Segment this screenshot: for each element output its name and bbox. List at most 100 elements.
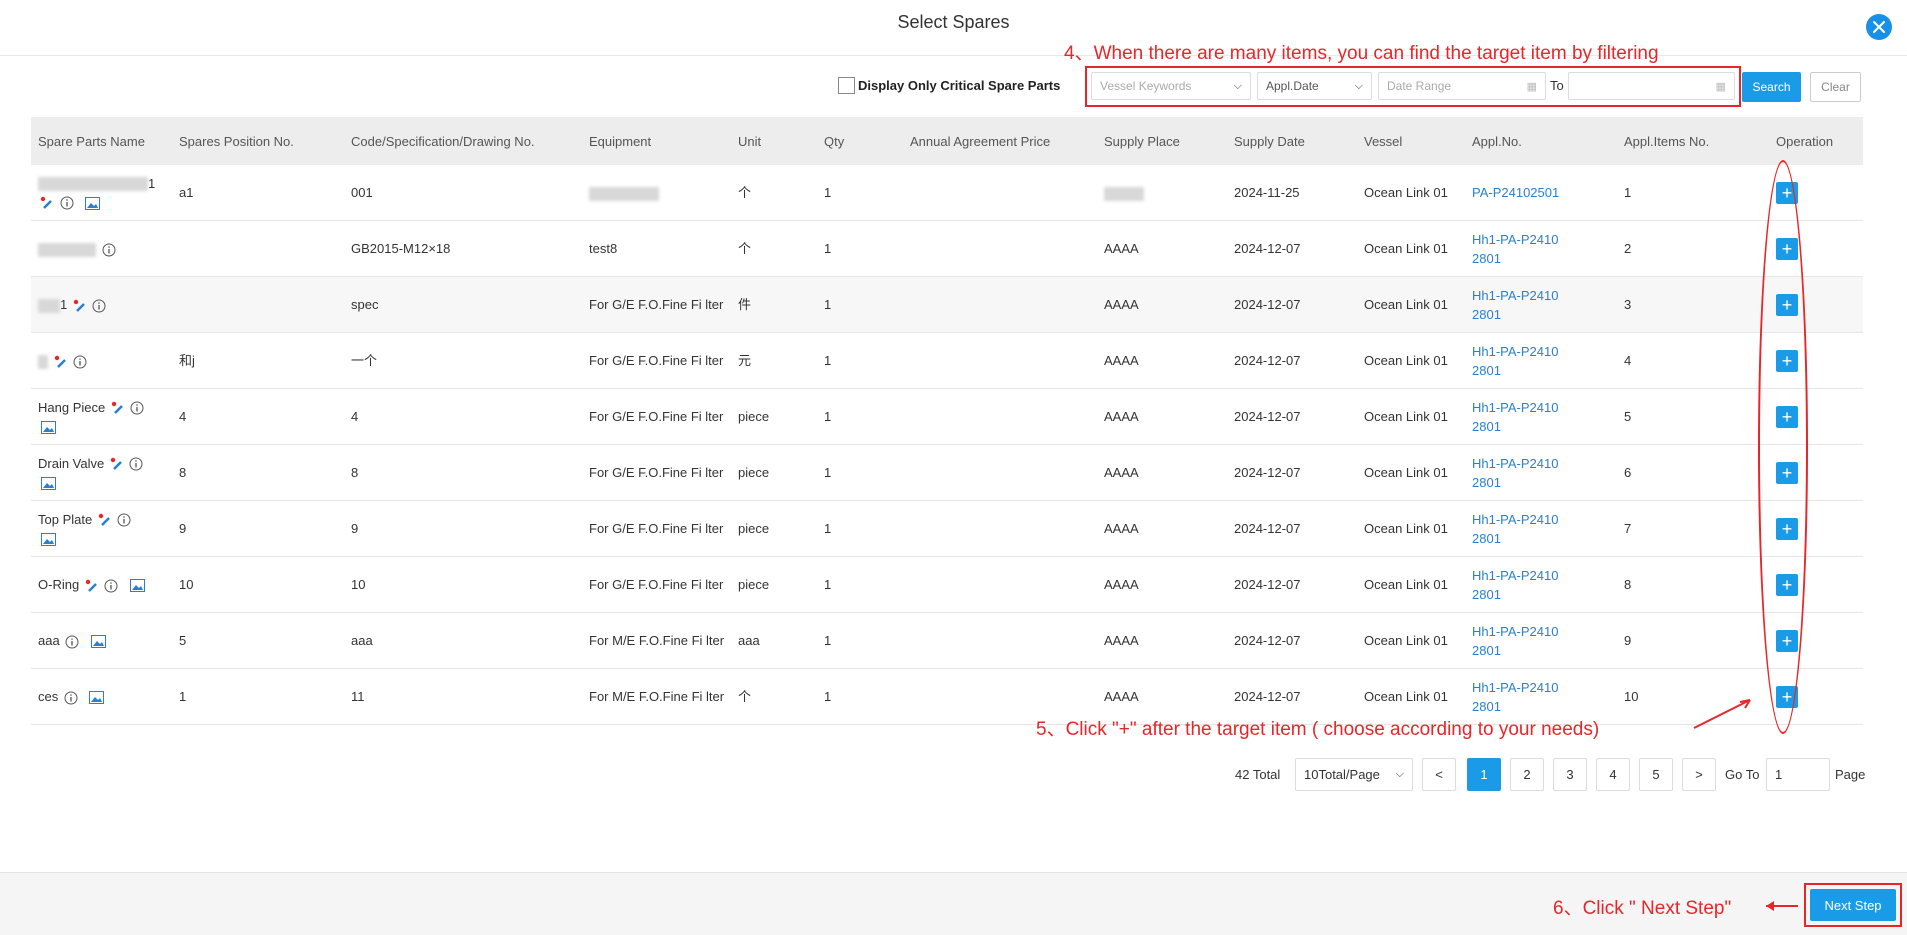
image-icon[interactable] xyxy=(41,532,56,546)
info-icon[interactable] xyxy=(102,243,116,257)
image-icon[interactable] xyxy=(41,476,56,490)
col-header[interactable]: Code/Specification/Drawing No. xyxy=(344,117,582,165)
info-icon[interactable] xyxy=(92,299,106,313)
critical-filter[interactable]: Display Only Critical Spare Parts xyxy=(838,77,1060,94)
col-header[interactable]: Equipment xyxy=(582,117,731,165)
appl-no-cell[interactable]: Hh1-PA-P2410 2801 xyxy=(1465,332,1617,389)
appl-no-link-cont[interactable]: 2801 xyxy=(1472,531,1501,546)
col-header[interactable]: Qty xyxy=(817,117,903,165)
image-icon[interactable] xyxy=(130,579,146,593)
appl-no-cell[interactable]: Hh1-PA-P2410 2801 xyxy=(1465,388,1617,445)
appl-no-cell[interactable]: Hh1-PA-P2410 2801 xyxy=(1465,444,1617,501)
appl-no-link[interactable]: Hh1-PA-P2410 xyxy=(1472,624,1558,639)
critical-wrench-icon[interactable] xyxy=(40,196,54,210)
next-step-button[interactable]: Next Step xyxy=(1810,889,1896,921)
appl-no-cell[interactable]: Hh1-PA-P2410 2801 xyxy=(1465,500,1617,557)
vessel-cell: Ocean Link 01 xyxy=(1357,444,1465,501)
vessel-cell: Ocean Link 01 xyxy=(1357,556,1465,613)
page-button-3[interactable]: 3 xyxy=(1553,758,1587,791)
image-icon[interactable] xyxy=(90,635,106,649)
page-button-4[interactable]: 4 xyxy=(1596,758,1630,791)
appl-no-link[interactable]: Hh1-PA-P2410 xyxy=(1472,568,1558,583)
critical-wrench-icon[interactable] xyxy=(73,299,87,313)
col-header[interactable]: Vessel xyxy=(1357,117,1465,165)
spare-name: O-Ring xyxy=(38,577,80,592)
code-cell: GB2015-M12×18 xyxy=(344,220,582,277)
image-icon[interactable] xyxy=(41,420,56,434)
annotation-arrow-step6 xyxy=(1766,901,1798,911)
appl-no-link-cont[interactable]: 2801 xyxy=(1472,475,1501,490)
page-button-5[interactable]: 5 xyxy=(1639,758,1673,791)
info-icon[interactable] xyxy=(60,196,74,210)
appl-no-link-cont[interactable]: 2801 xyxy=(1472,643,1501,658)
appl-no-link[interactable]: Hh1-PA-P2410 xyxy=(1472,456,1558,471)
appl-no-link[interactable]: Hh1-PA-P2410 xyxy=(1472,344,1558,359)
close-button[interactable] xyxy=(1866,14,1892,40)
dialog-title: Select Spares xyxy=(897,12,1010,32)
critical-wrench-icon[interactable] xyxy=(54,355,68,369)
critical-checkbox[interactable] xyxy=(838,77,855,94)
page-button-1[interactable]: 1 xyxy=(1467,758,1501,791)
date-type-select[interactable]: Appl.Date ⌵ xyxy=(1257,72,1372,100)
appl-no-link[interactable]: Hh1-PA-P2410 xyxy=(1472,512,1558,527)
info-icon[interactable] xyxy=(65,635,79,649)
calendar-icon: ▦ xyxy=(1715,80,1726,93)
appl-no-link[interactable]: PA-P24102501 xyxy=(1472,185,1559,200)
appl-no-cell[interactable]: Hh1-PA-P2410 2801 xyxy=(1465,220,1617,277)
appl-items-cell: 4 xyxy=(1617,332,1769,389)
goto-page-input[interactable]: 1 xyxy=(1766,758,1830,791)
info-icon[interactable] xyxy=(73,355,87,369)
appl-no-cell[interactable]: Hh1-PA-P2410 2801 xyxy=(1465,556,1617,613)
appl-no-cell[interactable]: Hh1-PA-P2410 2801 xyxy=(1465,276,1617,333)
col-header[interactable]: Unit xyxy=(731,117,817,165)
date-range-end-input[interactable]: ▦ xyxy=(1568,72,1735,100)
critical-wrench-icon[interactable] xyxy=(85,579,99,593)
appl-no-link[interactable]: Hh1-PA-P2410 xyxy=(1472,400,1558,415)
appl-no-link-cont[interactable]: 2801 xyxy=(1472,587,1501,602)
date-range-start-input[interactable]: Date Range ▦ xyxy=(1378,72,1546,100)
appl-no-link-cont[interactable]: 2801 xyxy=(1472,419,1501,434)
appl-no-link[interactable]: Hh1-PA-P2410 xyxy=(1472,680,1558,695)
equipment-cell: For G/E F.O.Fine Fi lter xyxy=(582,276,731,333)
spare-name-cell: O-Ring xyxy=(31,556,172,613)
code-cell: spec xyxy=(344,276,582,333)
spare-name: ces xyxy=(38,689,59,704)
critical-wrench-icon[interactable] xyxy=(98,513,112,527)
col-header[interactable]: Appl.Items No. xyxy=(1617,117,1769,165)
vessel-keywords-select[interactable]: Vessel Keywords ⌵ xyxy=(1091,72,1251,100)
supply-date-cell: 2024-12-07 xyxy=(1227,220,1357,277)
appl-no-cell[interactable]: Hh1-PA-P2410 2801 xyxy=(1465,612,1617,669)
appl-no-link-cont[interactable]: 2801 xyxy=(1472,307,1501,322)
col-header[interactable]: Appl.No. xyxy=(1465,117,1617,165)
col-header[interactable]: Supply Place xyxy=(1097,117,1227,165)
search-button[interactable]: Search xyxy=(1742,72,1801,102)
appl-no-link-cont[interactable]: 2801 xyxy=(1472,251,1501,266)
critical-wrench-icon[interactable] xyxy=(110,457,124,471)
page-button-2[interactable]: 2 xyxy=(1510,758,1544,791)
clear-button[interactable]: Clear xyxy=(1810,72,1861,102)
appl-no-link[interactable]: Hh1-PA-P2410 xyxy=(1472,232,1558,247)
appl-no-cell[interactable]: PA-P24102501 xyxy=(1465,165,1617,221)
appl-no-link-cont[interactable]: 2801 xyxy=(1472,363,1501,378)
col-header[interactable]: Annual Agreement Price xyxy=(903,117,1097,165)
critical-wrench-icon[interactable] xyxy=(111,401,125,415)
col-header[interactable]: Supply Date xyxy=(1227,117,1357,165)
col-header[interactable]: Spare Parts Name xyxy=(31,117,172,165)
supply-place-cell xyxy=(1097,165,1227,221)
info-icon[interactable] xyxy=(130,401,144,415)
col-header[interactable]: Operation xyxy=(1769,117,1863,165)
image-icon[interactable] xyxy=(85,196,101,210)
prev-page-button[interactable]: < xyxy=(1422,758,1456,791)
info-icon[interactable] xyxy=(104,579,118,593)
next-page-button[interactable]: > xyxy=(1682,758,1716,791)
info-icon[interactable] xyxy=(117,513,131,527)
page-size-select[interactable]: 10Total/Page ⌵ xyxy=(1295,758,1413,791)
appl-no-link-cont[interactable]: 2801 xyxy=(1472,699,1501,714)
position-cell: 10 xyxy=(172,556,344,613)
info-icon[interactable] xyxy=(64,691,78,705)
appl-no-link[interactable]: Hh1-PA-P2410 xyxy=(1472,288,1558,303)
col-header[interactable]: Spares Position No. xyxy=(172,117,344,165)
info-icon[interactable] xyxy=(129,457,143,471)
image-icon[interactable] xyxy=(89,691,105,705)
table-row: Top Plate 9 9 For G/E F.O.Fine Fi lter p… xyxy=(31,500,1863,557)
